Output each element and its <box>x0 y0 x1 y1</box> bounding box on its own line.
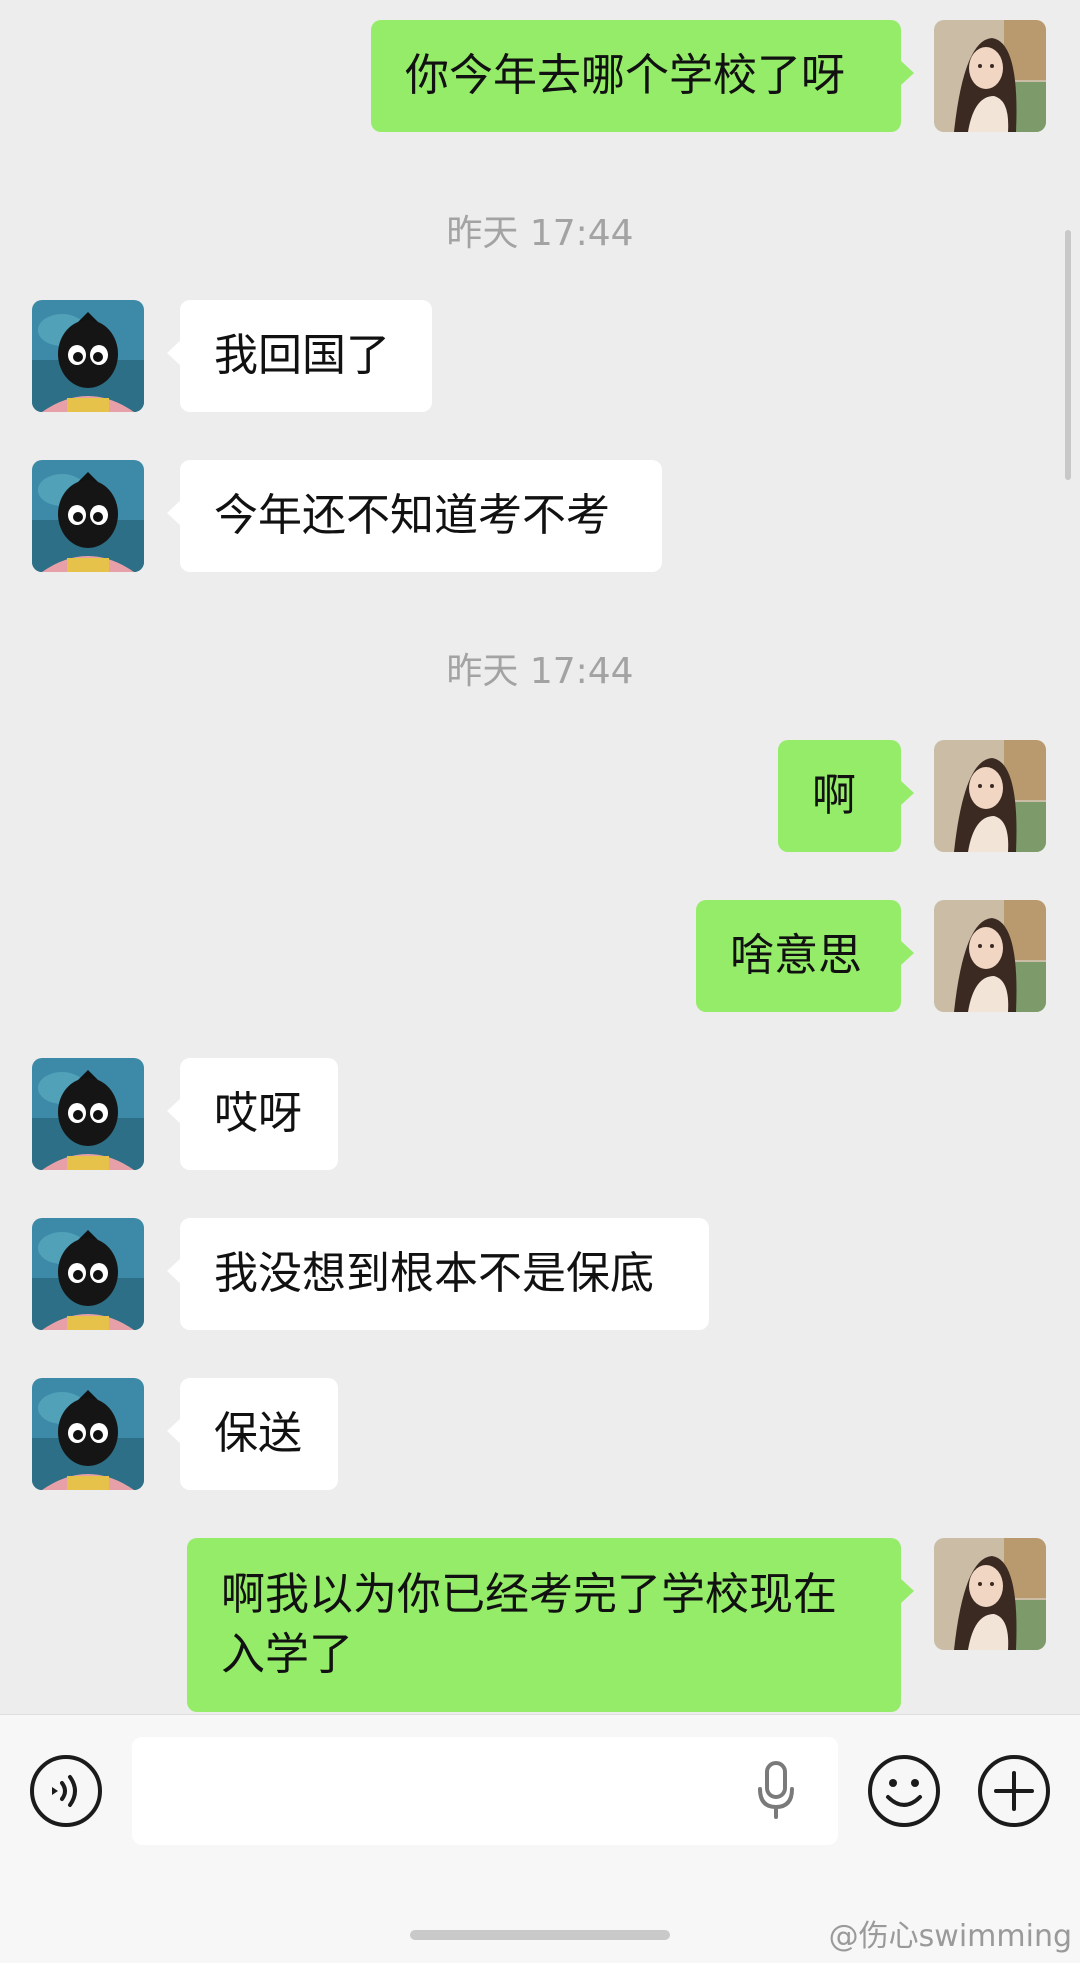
message-text: 保送 <box>214 1408 302 1459</box>
my-avatar[interactable] <box>934 1538 1046 1650</box>
my-avatar[interactable] <box>934 20 1046 132</box>
contact-avatar[interactable] <box>32 460 144 572</box>
message-text: 啊 <box>812 770 856 821</box>
contact-message-bubble[interactable]: 今年还不知道考不考 <box>167 460 662 572</box>
contact-avatar[interactable] <box>32 1218 144 1330</box>
voice-toggle-icon <box>30 1755 102 1827</box>
my-message-bubble[interactable]: 啊我以为你已经考完了学校现在 入学了 <box>187 1538 914 1712</box>
emoji-button[interactable] <box>866 1753 942 1829</box>
my-avatar[interactable] <box>934 900 1046 1012</box>
timestamp-label: 昨天 17:44 <box>446 213 634 254</box>
my-message-bubble[interactable]: 你今年去哪个学校了呀 <box>371 20 914 132</box>
my-avatar[interactable] <box>934 740 1046 852</box>
chat-message-list[interactable]: 你今年去哪个学校了呀 昨天 17:44 我回国了 今年还不知道考不考 昨天 17… <box>0 0 1080 1714</box>
message-text: 你今年去哪个学校了呀 <box>405 50 845 101</box>
emoji-icon <box>868 1755 940 1827</box>
contact-message-bubble[interactable]: 哎呀 <box>167 1058 338 1170</box>
voice-toggle-button[interactable] <box>28 1753 104 1829</box>
contact-message-bubble[interactable]: 我没想到根本不是保底 <box>167 1218 709 1330</box>
message-text: 哎呀 <box>214 1088 302 1139</box>
my-message-bubble[interactable]: 啥意思 <box>696 900 914 1012</box>
watermark-text: @伤心swimming <box>828 1919 1072 1954</box>
home-indicator[interactable] <box>410 1930 670 1940</box>
message-text-line: 啊我以为你已经考完了学校现在 <box>221 1569 837 1620</box>
more-actions-button[interactable] <box>976 1753 1052 1829</box>
contact-avatar[interactable] <box>32 1058 144 1170</box>
contact-avatar[interactable] <box>32 1378 144 1490</box>
message-text: 我回国了 <box>214 330 390 381</box>
message-text-line: 入学了 <box>221 1629 353 1680</box>
timestamp-label: 昨天 17:44 <box>446 651 634 692</box>
message-input[interactable] <box>132 1737 838 1845</box>
contact-message-bubble[interactable]: 我回国了 <box>167 300 432 412</box>
my-message-bubble[interactable]: 啊 <box>778 740 914 852</box>
message-text: 我没想到根本不是保底 <box>214 1248 654 1299</box>
message-text: 啥意思 <box>730 930 862 981</box>
contact-avatar[interactable] <box>32 300 144 412</box>
scrollbar[interactable] <box>1065 230 1071 480</box>
chat-input-bar: @伤心swimming <box>0 1714 1080 1963</box>
contact-message-bubble[interactable]: 保送 <box>167 1378 338 1490</box>
microphone-icon[interactable] <box>754 1759 798 1823</box>
message-text: 今年还不知道考不考 <box>214 490 610 541</box>
plus-icon <box>978 1755 1050 1827</box>
